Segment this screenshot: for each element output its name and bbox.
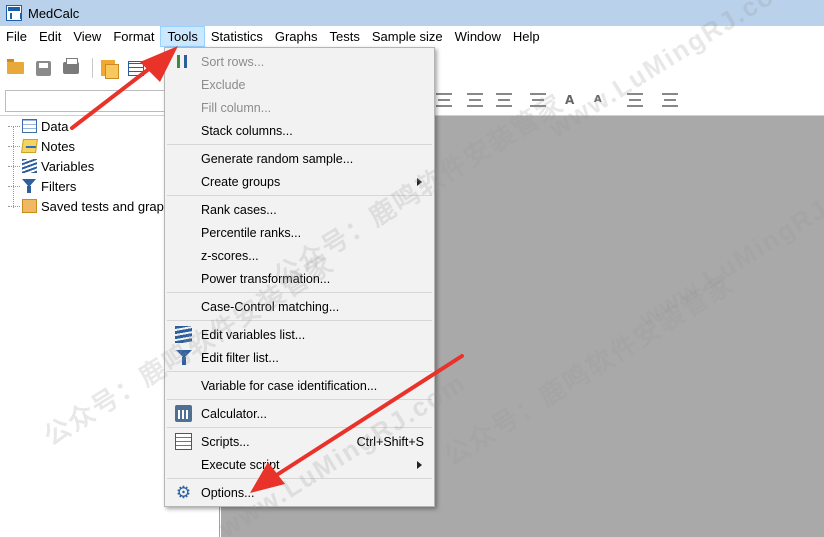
menu-tests[interactable]: Tests <box>324 26 366 47</box>
menu-tools[interactable]: Tools <box>160 26 205 47</box>
tools-dropdown-menu: Sort rows... Exclude Fill column... Stac… <box>164 47 435 507</box>
tree-item-label: Notes <box>41 138 75 154</box>
menu-statistics[interactable]: Statistics <box>205 26 269 47</box>
menu-separator <box>167 292 432 293</box>
submenu-arrow-icon <box>417 461 422 469</box>
filter-icon <box>22 179 37 193</box>
open-button[interactable] <box>4 57 26 79</box>
menu-item-scripts[interactable]: Scripts... Ctrl+Shift+S <box>167 430 432 453</box>
menu-file[interactable]: File <box>0 26 33 47</box>
menu-bar: File Edit View Format Tools Statistics G… <box>0 26 824 47</box>
menu-help[interactable]: Help <box>507 26 546 47</box>
menu-item-power-transformation[interactable]: Power transformation... <box>167 267 432 290</box>
format-cells-icon[interactable] <box>627 93 643 107</box>
toolbar-separator <box>92 58 93 78</box>
menu-item-stack-columns[interactable]: Stack columns... <box>167 119 432 142</box>
variables-icon <box>175 326 192 343</box>
tree-item-data[interactable]: Data <box>8 116 68 136</box>
menu-separator <box>167 478 432 479</box>
saved-folder-icon <box>22 199 37 213</box>
menu-separator <box>167 144 432 145</box>
spreadsheet-button[interactable] <box>125 57 147 79</box>
gear-icon: ⚙ <box>175 483 192 502</box>
filter-icon <box>175 349 192 366</box>
menu-graphs[interactable]: Graphs <box>269 26 324 47</box>
menu-item-exclude[interactable]: Exclude <box>167 73 432 96</box>
tree-item-filters[interactable]: Filters <box>8 176 76 196</box>
clear-format-icon[interactable] <box>662 93 678 107</box>
window-title: MedCalc <box>28 5 80 21</box>
menu-view[interactable]: View <box>67 26 107 47</box>
menu-separator <box>167 399 432 400</box>
variables-icon <box>22 159 37 173</box>
title-bar: MedCalc <box>0 0 824 26</box>
menu-edit[interactable]: Edit <box>33 26 67 47</box>
tree-item-label: Data <box>41 118 69 134</box>
menu-item-execute-script[interactable]: Execute script <box>167 453 432 476</box>
shortcut-label: Ctrl+Shift+S <box>356 434 424 449</box>
notes-icon <box>21 139 38 153</box>
menu-item-edit-filter-list[interactable]: Edit filter list... <box>167 346 432 369</box>
increase-font-icon[interactable]: A <box>565 93 581 107</box>
align-left-icon[interactable] <box>436 93 452 107</box>
menu-separator <box>167 371 432 372</box>
menu-item-options[interactable]: ⚙ Options... <box>167 481 432 504</box>
menu-window[interactable]: Window <box>449 26 507 47</box>
align-center-icon[interactable] <box>467 93 483 107</box>
menu-item-generate-random-sample[interactable]: Generate random sample... <box>167 147 432 170</box>
submenu-arrow-icon <box>417 178 422 186</box>
copy-button[interactable] <box>97 57 119 79</box>
menu-item-calculator[interactable]: Calculator... <box>167 402 432 425</box>
folder-open-icon <box>6 59 24 74</box>
menu-item-rank-cases[interactable]: Rank cases... <box>167 198 432 221</box>
menu-separator <box>167 195 432 196</box>
menu-item-fill-column[interactable]: Fill column... <box>167 96 432 119</box>
list-icon[interactable] <box>530 93 546 107</box>
menu-item-z-scores[interactable]: z-scores... <box>167 244 432 267</box>
menu-format[interactable]: Format <box>107 26 160 47</box>
align-right-icon[interactable] <box>496 93 512 107</box>
font-combo[interactable] <box>5 90 165 112</box>
tree-item-saved-tests[interactable]: Saved tests and graphs <box>8 196 178 216</box>
tree-item-notes[interactable]: Notes <box>8 136 75 156</box>
menu-item-sort-rows[interactable]: Sort rows... <box>167 50 432 73</box>
save-button[interactable] <box>32 57 54 79</box>
data-icon <box>22 119 37 133</box>
scripts-icon <box>175 433 192 450</box>
decrease-font-icon[interactable]: A <box>594 93 610 107</box>
menu-sample-size[interactable]: Sample size <box>366 26 449 47</box>
menu-item-edit-variables-list[interactable]: Edit variables list... <box>167 323 432 346</box>
tree-item-variables[interactable]: Variables <box>8 156 94 176</box>
spreadsheet-icon <box>128 60 144 76</box>
print-button[interactable] <box>60 57 82 79</box>
menu-item-create-groups[interactable]: Create groups <box>167 170 432 193</box>
sort-icon <box>175 53 192 70</box>
calculator-icon <box>175 405 192 422</box>
print-icon <box>63 58 79 74</box>
tree-item-label: Variables <box>41 158 95 174</box>
menu-separator <box>167 427 432 428</box>
menu-item-case-control-matching[interactable]: Case-Control matching... <box>167 295 432 318</box>
tree-item-label: Filters <box>41 178 77 194</box>
copy-icon <box>101 60 119 79</box>
medcalc-app-icon <box>6 5 22 21</box>
menu-item-percentile-ranks[interactable]: Percentile ranks... <box>167 221 432 244</box>
menu-item-variable-case-identification[interactable]: Variable for case identification... <box>167 374 432 397</box>
save-icon <box>35 60 51 76</box>
menu-separator <box>167 320 432 321</box>
tree-item-label: Saved tests and graphs <box>41 198 178 214</box>
